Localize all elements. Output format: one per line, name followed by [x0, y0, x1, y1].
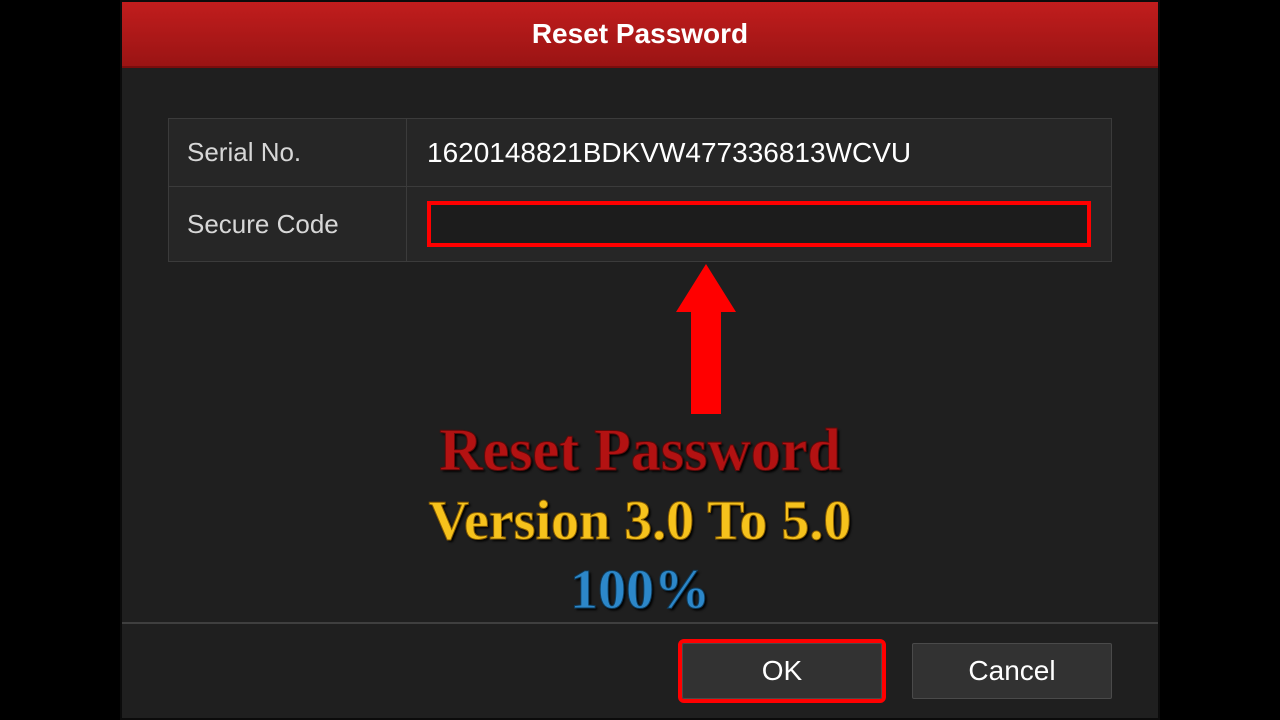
- secure-code-input[interactable]: [427, 201, 1091, 247]
- serial-value: 1620148821BDKVW477336813WCVU: [407, 119, 1111, 186]
- dialog-button-bar: OK Cancel: [122, 622, 1158, 718]
- letterbox-left: [0, 0, 120, 720]
- caption-line-3: 100%: [429, 556, 852, 624]
- arrow-annotation-icon: [676, 264, 736, 414]
- overlay-caption: Reset Password Version 3.0 To 5.0 100%: [429, 414, 852, 624]
- ok-button[interactable]: OK: [682, 643, 882, 699]
- dialog-title: Reset Password: [532, 18, 748, 50]
- caption-line-1: Reset Password: [429, 414, 852, 487]
- ok-button-label: OK: [762, 655, 802, 687]
- secure-code-cell: [407, 187, 1111, 261]
- serial-label: Serial No.: [169, 119, 407, 186]
- dialog-content: Serial No. 1620148821BDKVW477336813WCVU …: [122, 68, 1158, 262]
- cancel-button-label: Cancel: [968, 655, 1055, 687]
- cancel-button[interactable]: Cancel: [912, 643, 1112, 699]
- secure-code-row: Secure Code: [169, 187, 1111, 261]
- serial-row: Serial No. 1620148821BDKVW477336813WCVU: [169, 119, 1111, 187]
- reset-password-dialog: Reset Password Serial No. 1620148821BDKV…: [120, 0, 1160, 720]
- secure-code-label: Secure Code: [169, 187, 407, 261]
- caption-line-2: Version 3.0 To 5.0: [429, 487, 852, 555]
- dialog-titlebar: Reset Password: [122, 2, 1158, 68]
- form-table: Serial No. 1620148821BDKVW477336813WCVU …: [168, 118, 1112, 262]
- letterbox-right: [1160, 0, 1280, 720]
